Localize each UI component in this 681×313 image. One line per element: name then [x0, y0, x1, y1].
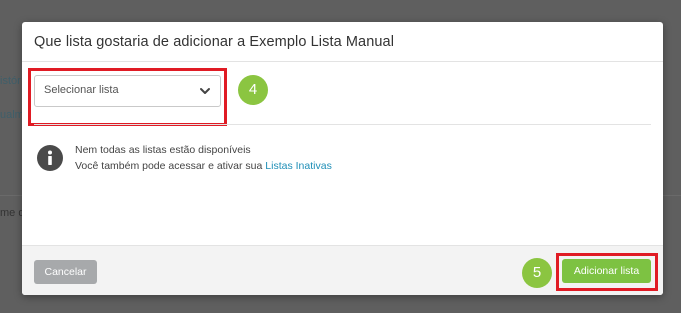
cancel-button[interactable]: Cancelar	[34, 260, 97, 284]
background-text-fragment: ualm	[0, 109, 24, 121]
chevron-down-icon	[200, 88, 210, 94]
background-divider	[0, 195, 22, 196]
modal-header: Que lista gostaria de adicionar a Exempl…	[22, 22, 663, 62]
add-list-button[interactable]: Adicionar lista	[562, 259, 651, 283]
add-to-list-modal: Que lista gostaria de adicionar a Exempl…	[22, 22, 663, 295]
modal-footer: Cancelar 5 Adicionar lista	[22, 245, 663, 295]
info-line-1: Nem todas as listas estão disponíveis	[75, 144, 251, 156]
inactive-lists-link[interactable]: Listas Inativas	[265, 160, 332, 172]
info-line-2: Você também pode acessar e ativar sua Li…	[75, 158, 332, 174]
list-select-value: Selecionar lista	[44, 84, 119, 96]
step-badge-5: 5	[522, 258, 552, 288]
info-line-2-text: Você também pode acessar e ativar sua	[75, 160, 263, 172]
info-icon	[37, 145, 63, 171]
background-divider	[663, 195, 681, 196]
list-select[interactable]: Selecionar lista	[34, 75, 221, 107]
step-badge-4: 4	[238, 75, 268, 105]
info-message: Nem todas as listas estão disponíveis Vo…	[75, 142, 332, 174]
content-divider	[34, 124, 651, 125]
modal-title: Que lista gostaria de adicionar a Exempl…	[34, 34, 395, 50]
background-text-fragment: istór	[0, 75, 21, 87]
